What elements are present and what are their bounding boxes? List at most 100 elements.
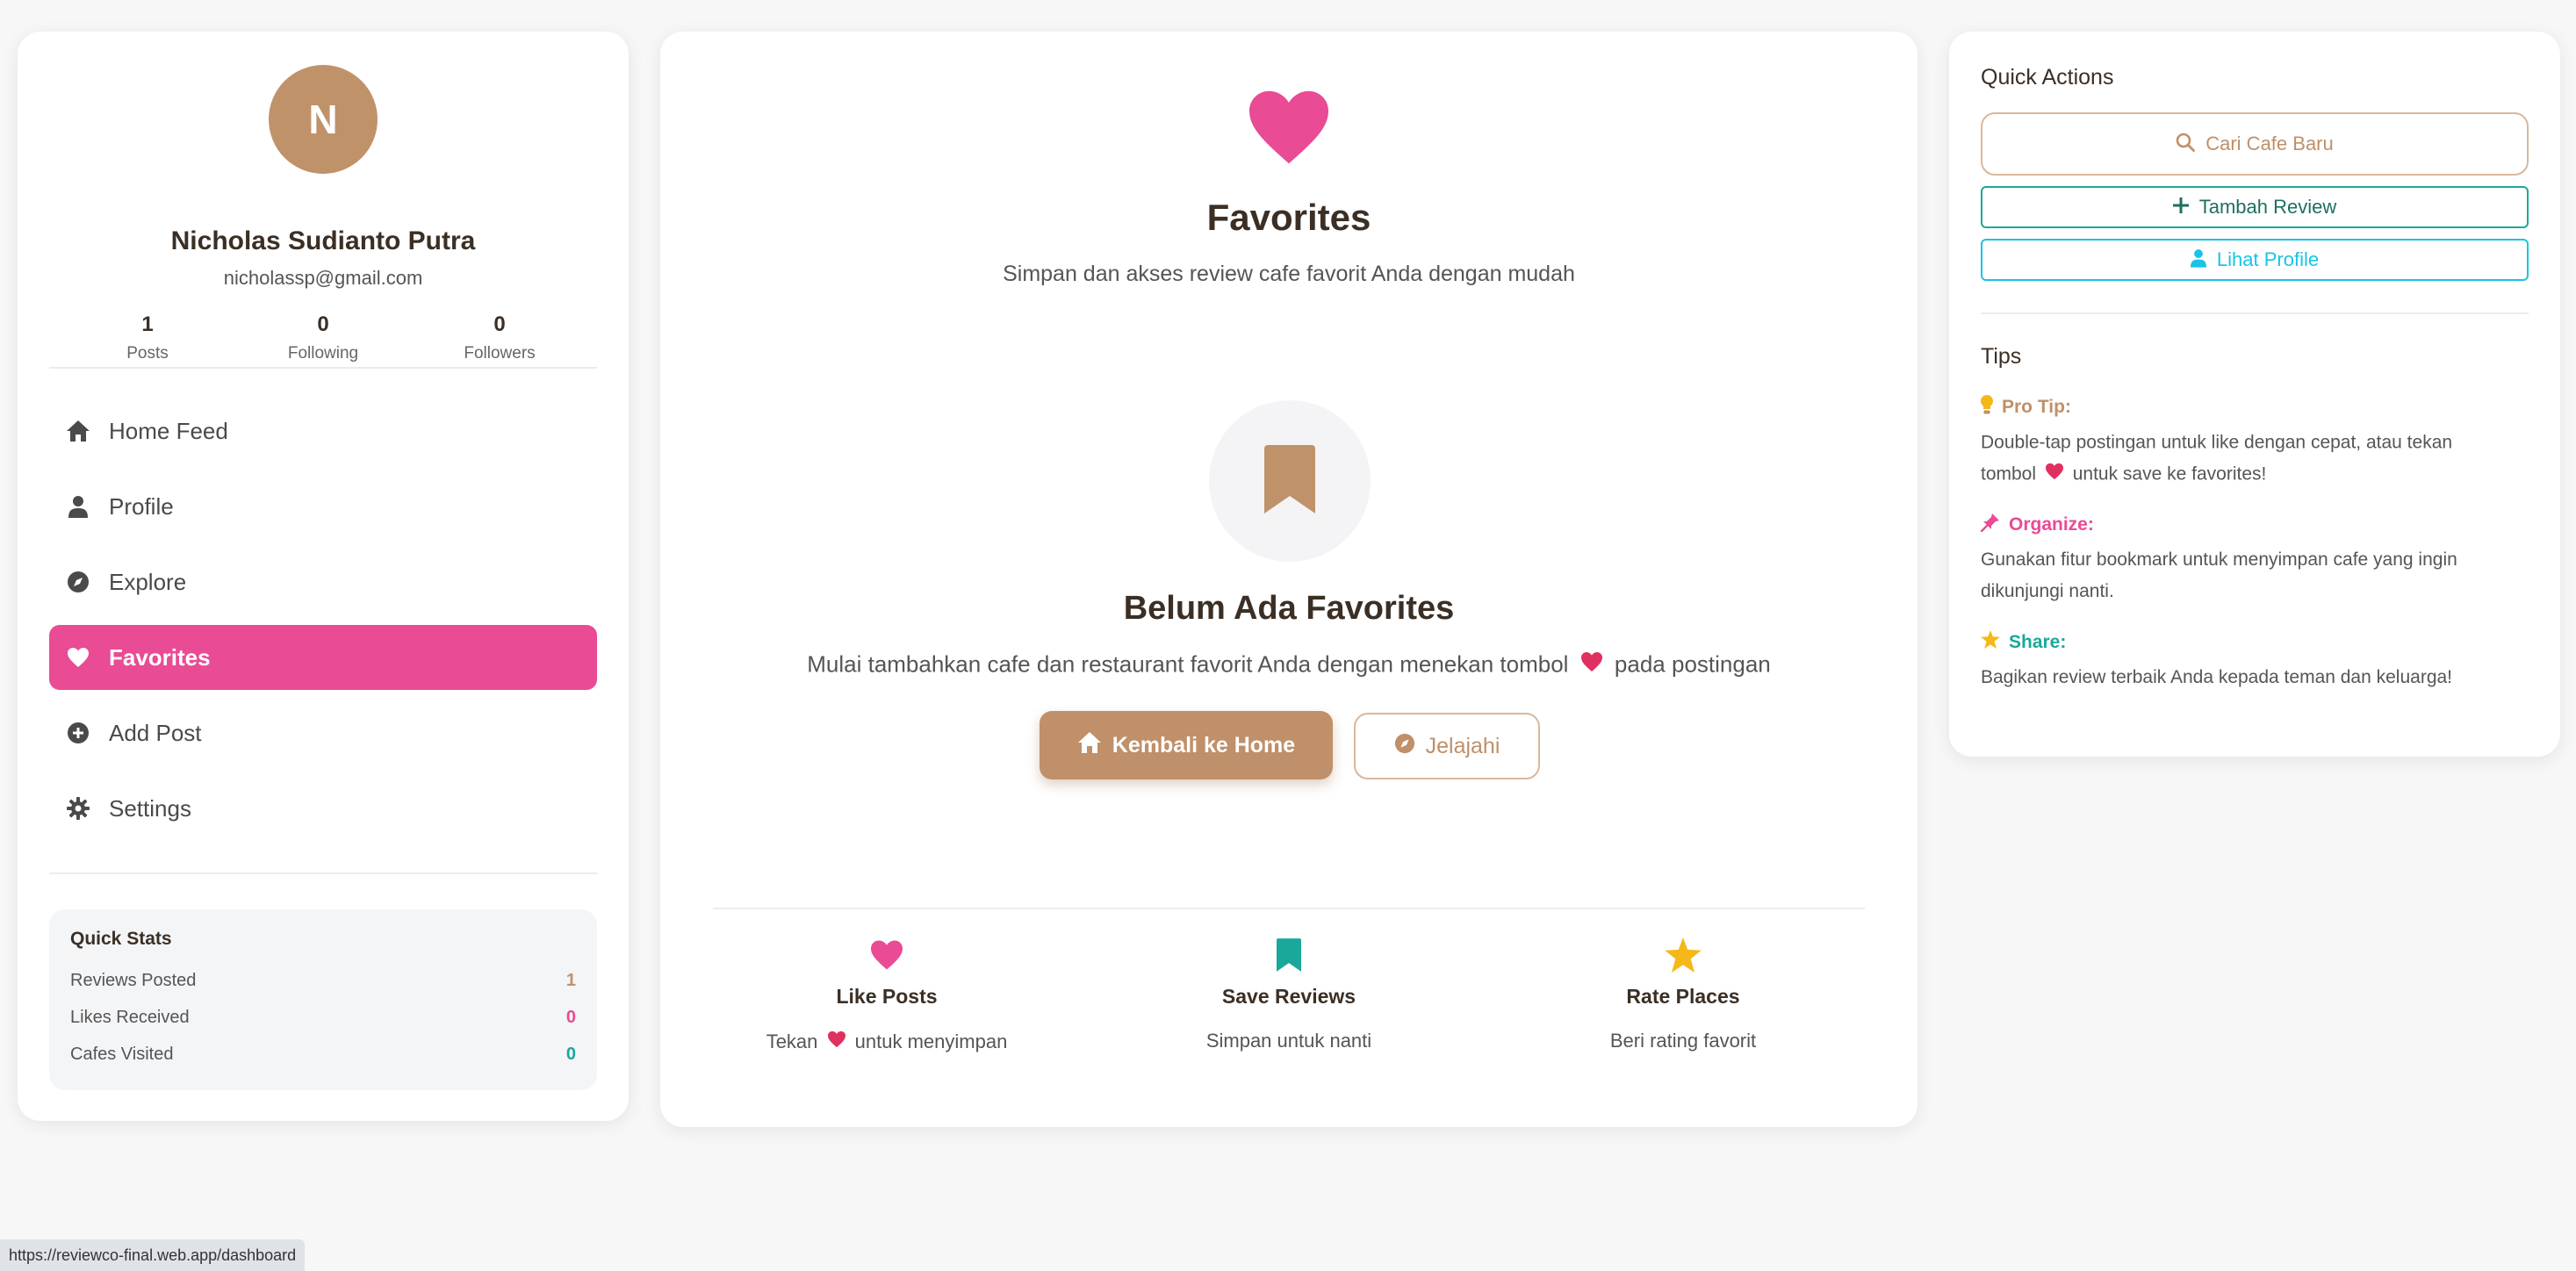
quick-stat-row: Cafes Visited 0 [70,1045,576,1065]
heart-icon [65,644,91,671]
compass-icon [1394,733,1426,760]
quick-stat-label: Cafes Visited [70,1045,174,1064]
feature-like-posts: Like Posts Tekan untuk menyimpan [720,936,1054,1053]
nav-explore[interactable]: Explore [49,549,597,614]
nav-label: Profile [109,492,174,520]
empty-state-title: Belum Ada Favorites [1123,590,1455,627]
quick-stat-label: Reviews Posted [70,971,197,990]
nav-add-post[interactable]: Add Post [49,700,597,765]
feature-text: Tekan [766,1030,818,1053]
feature-title: Like Posts [836,985,938,1008]
divider [1981,312,2529,314]
stat-label: Following [287,344,359,363]
user-email: nicholassp@gmail.com [223,267,423,289]
empty-state-text: pada postingan [1614,650,1771,678]
home-icon [65,418,91,444]
heart-icon [2045,459,2064,491]
tip-label: Organize: [2009,514,2094,535]
empty-state-text: Mulai tambahkan cafe dan restaurant favo… [807,650,1569,678]
plus-icon [2172,197,2199,218]
feature-rate-places: Rate Places Beri rating favorit [1516,936,1850,1052]
bookmark-icon [1264,444,1315,518]
page-title: Favorites [1206,197,1371,238]
nav-label: Add Post [109,719,202,746]
explore-button[interactable]: Jelajahi [1354,713,1540,779]
search-cafe-button[interactable]: Cari Cafe Baru [1981,112,2529,176]
empty-state-icon-circle [1209,400,1371,562]
nav-profile[interactable]: Profile [49,474,597,539]
pro-tip-heading: Pro Tip: [1981,395,2071,420]
quick-stat-label: Likes Received [70,1008,190,1027]
empty-state-description: Mulai tambahkan cafe dan restaurant favo… [660,650,1918,679]
view-profile-button[interactable]: Lihat Profile [1981,239,2529,281]
heart-icon [827,1030,846,1053]
feature-text: untuk menyimpan [854,1030,1008,1053]
share-heading: Share: [1981,630,2066,654]
nav-home-feed[interactable]: Home Feed [49,399,597,463]
feature-description: Tekan untuk menyimpan [720,1030,1054,1053]
nav-favorites[interactable]: Favorites [49,625,597,690]
pin-icon [1980,513,2009,537]
button-label: Tambah Review [2198,196,2337,218]
pro-tip-text: Double-tap postingan untuk like dengan c… [1981,427,2508,491]
organize-text: Gunakan fitur bookmark untuk menyimpan c… [1981,549,2457,601]
user-name: Nicholas Sudianto Putra [170,226,476,255]
status-url-bar: https://reviewco-final.web.app/dashboard [0,1239,306,1271]
tip-label: Pro Tip: [2002,397,2071,417]
stat-label: Followers [464,344,536,363]
heart-icon [1580,651,1603,679]
stat-posts[interactable]: 1 Posts [60,312,235,363]
divider [49,367,597,369]
stat-label: Posts [126,344,169,363]
feature-save-reviews: Save Reviews Simpan untuk nanti [1122,936,1456,1052]
compass-icon [65,569,91,595]
stat-value: 1 [141,312,154,336]
plus-circle-icon [65,720,91,746]
button-label: Cari Cafe Baru [2205,133,2334,154]
star-icon [1981,630,2009,654]
divider [713,908,1865,909]
feature-title: Save Reviews [1221,985,1356,1008]
stat-value: 0 [493,312,506,336]
stat-value: 0 [317,312,329,336]
stat-followers[interactable]: 0 Followers [412,312,587,363]
stat-following[interactable]: 0 Following [235,312,411,363]
quick-stat-row: Reviews Posted 1 [70,971,576,991]
share-text: Bagikan review terbaik Anda kepada teman… [1981,667,2453,687]
quick-stat-value: 0 [565,1045,576,1064]
search-icon [2176,133,2205,156]
divider [49,872,597,874]
favorites-panel: Favorites Simpan dan akses review cafe f… [660,32,1918,1127]
right-sidebar: Quick Actions Cari Cafe Baru Tambah Revi… [1949,32,2560,757]
quick-stat-row: Likes Received 0 [70,1008,576,1028]
quick-stats-title: Quick Stats [70,929,172,949]
feature-description: Simpan untuk nanti [1205,1030,1372,1052]
tip-text: untuk save ke favorites! [2072,463,2267,485]
nav-label: Favorites [109,643,211,671]
avatar[interactable]: N [269,65,378,174]
organize-heading: Organize: [1980,513,2094,537]
feature-title: Rate Places [1626,985,1740,1008]
gear-icon [65,795,91,822]
quick-stat-value: 0 [565,1008,576,1027]
button-label: Jelajahi [1425,733,1500,758]
star-icon [1516,936,1850,974]
quick-stat-value: 1 [565,971,576,990]
home-icon [1077,731,1112,760]
feature-description: Beri rating favorit [1609,1030,1757,1052]
user-icon [2190,248,2217,272]
nav-label: Home Feed [109,417,228,444]
quick-stats-panel: Quick Stats Reviews Posted 1 Likes Recei… [49,909,597,1090]
heart-icon [720,936,1054,974]
page-subtitle: Simpan dan akses review cafe favorit And… [1003,262,1575,286]
button-label: Lihat Profile [2216,248,2320,270]
nav-label: Settings [109,794,191,822]
user-icon [65,493,91,520]
nav-settings[interactable]: Settings [49,776,597,841]
bookmark-icon [1122,936,1456,974]
tip-label: Share: [2009,631,2067,652]
tips-title: Tips [1981,344,2022,369]
quick-actions-title: Quick Actions [1981,65,2114,90]
back-home-button[interactable]: Kembali ke Home [1040,711,1333,779]
add-review-button[interactable]: Tambah Review [1981,186,2529,228]
